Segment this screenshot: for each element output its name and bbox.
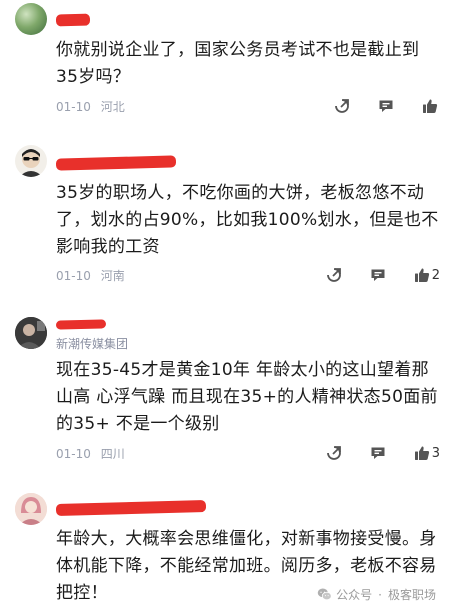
like-icon bbox=[414, 446, 429, 460]
avatar[interactable] bbox=[15, 493, 47, 525]
comment-icon bbox=[371, 447, 385, 459]
redacted-username bbox=[55, 500, 207, 516]
comment-date: 01-10 bbox=[56, 100, 91, 114]
comment-item: 你就别说企业了，国家公务员考试不也是截止到35岁吗？ 01-10 河北 bbox=[0, 0, 450, 125]
comment-text: 你就别说企业了，国家公务员考试不也是截止到35岁吗？ bbox=[56, 40, 420, 87]
watermark-source: 公众号 bbox=[336, 588, 373, 602]
avatar-glasses-icon bbox=[19, 149, 43, 177]
redacted-username bbox=[55, 155, 177, 171]
like-button[interactable] bbox=[422, 98, 440, 114]
comment-date: 01-10 bbox=[56, 447, 91, 461]
comment-text: 现在35-45才是黄金10年 年龄太小的这山望着那山高 心浮气躁 而且现在35+… bbox=[56, 360, 438, 434]
comment-location: 河南 bbox=[100, 269, 125, 283]
redacted-username bbox=[55, 13, 91, 27]
share-button[interactable] bbox=[334, 98, 350, 114]
author-organization: 新潮传媒集团 bbox=[56, 337, 129, 351]
watermark-account: 极客职场 bbox=[387, 588, 436, 602]
avatar-photo-icon bbox=[15, 317, 47, 349]
wechat-icon bbox=[317, 588, 332, 601]
comment-meta: 01-10 河南 bbox=[56, 267, 125, 284]
comment-item: 35岁的职场人，不吃你画的大饼，老板忽悠不动了，划水的占90%，比如我100%划… bbox=[0, 140, 450, 290]
comment-location: 四川 bbox=[100, 447, 125, 461]
avatar[interactable] bbox=[15, 145, 47, 177]
like-count: 2 bbox=[431, 267, 440, 283]
watermark-separator: · bbox=[378, 587, 382, 602]
comment-text: 35岁的职场人，不吃你画的大饼，老板忽悠不动了，划水的占90%，比如我100%划… bbox=[56, 183, 439, 257]
reply-button[interactable] bbox=[378, 98, 394, 114]
share-icon bbox=[335, 99, 349, 113]
share-button[interactable] bbox=[326, 445, 342, 461]
comment-actions: 3 bbox=[298, 444, 440, 462]
like-icon bbox=[414, 268, 429, 282]
like-icon bbox=[423, 99, 438, 113]
share-icon bbox=[326, 268, 341, 282]
comment-icon bbox=[371, 269, 385, 281]
comment-location: 河北 bbox=[100, 100, 125, 114]
comment-actions bbox=[306, 97, 440, 115]
like-count: 3 bbox=[431, 445, 440, 461]
reply-button[interactable] bbox=[370, 445, 386, 461]
avatar[interactable] bbox=[15, 3, 47, 35]
redacted-username bbox=[55, 319, 107, 330]
comment-actions: 2 bbox=[298, 266, 440, 284]
share-button[interactable] bbox=[326, 267, 342, 283]
share-icon bbox=[326, 446, 341, 460]
comment-icon bbox=[379, 100, 393, 112]
comment-meta: 01-10 河北 bbox=[56, 98, 125, 115]
avatar-photo-icon bbox=[15, 493, 47, 525]
comment-meta: 01-10 四川 bbox=[56, 445, 125, 462]
like-button[interactable]: 3 bbox=[414, 445, 440, 461]
watermark: 公众号 · 极客职场 bbox=[317, 586, 436, 603]
avatar[interactable] bbox=[15, 317, 47, 349]
comment-item: 新潮传媒集团 现在35-45才是黄金10年 年龄太小的这山望着那山高 心浮气躁 … bbox=[0, 312, 450, 472]
like-button[interactable]: 2 bbox=[414, 267, 440, 283]
comment-date: 01-10 bbox=[56, 269, 91, 283]
reply-button[interactable] bbox=[370, 267, 386, 283]
